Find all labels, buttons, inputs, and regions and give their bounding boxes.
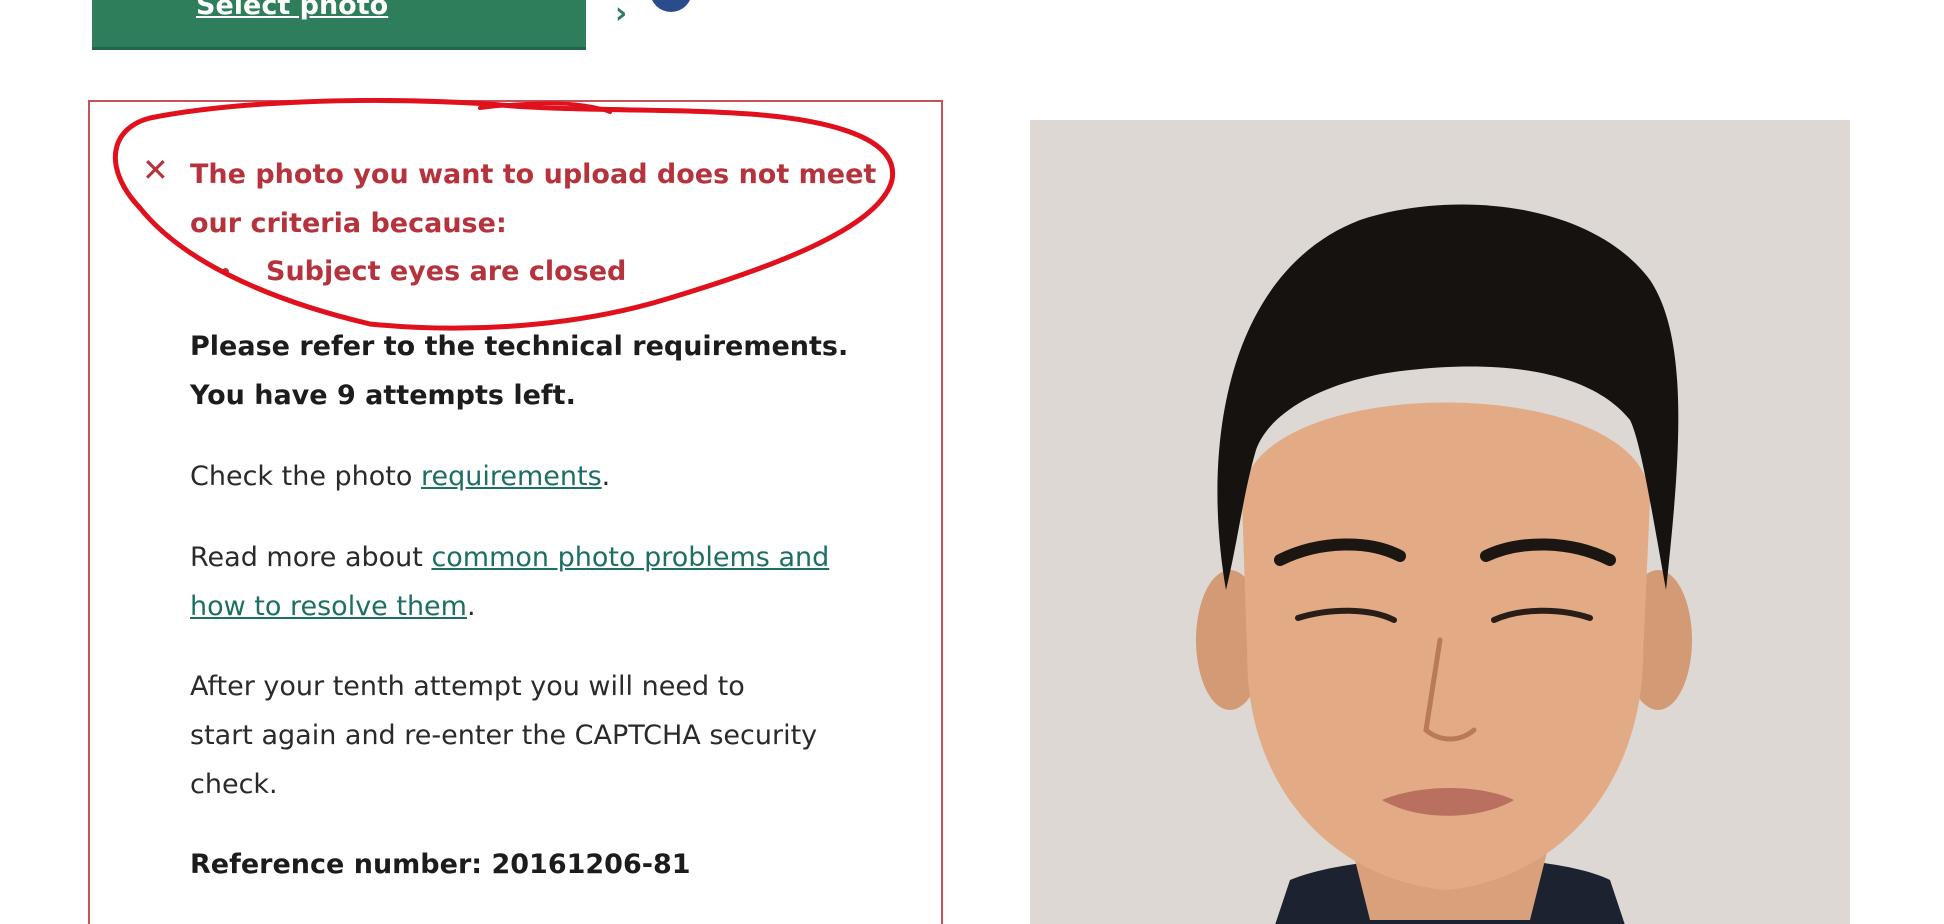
resolve-them-link[interactable]: how to resolve them (190, 591, 467, 622)
read-prefix: Read more about (190, 542, 432, 573)
requirements-link[interactable]: requirements (421, 461, 602, 492)
check-suffix: . (601, 461, 611, 492)
tenth-attempt-line3: check. (190, 769, 278, 800)
page: Select photo › ✕ The photo you want to u… (0, 0, 1944, 924)
reference-number: Reference number: 20161206-81 (190, 849, 691, 880)
read-more-line2: how to resolve them. (190, 582, 476, 631)
tenth-attempt-line2: start again and re-enter the CAPTCHA sec… (190, 720, 818, 751)
check-prefix: Check the photo (190, 461, 421, 492)
read-suffix: . (466, 591, 476, 622)
question-circle-icon[interactable] (650, 0, 692, 12)
select-photo-label: Select photo (196, 0, 389, 21)
select-photo-button[interactable]: Select photo › (92, 0, 642, 50)
read-more-line1: Read more about common photo problems an… (190, 533, 829, 582)
chevron-right-icon: › (600, 0, 642, 36)
uploaded-photo (1030, 120, 1850, 924)
common-problems-link[interactable]: common photo problems and (431, 542, 829, 573)
attempts-left-text: You have 9 attempts left. (190, 380, 576, 411)
red-circle-annotation (112, 98, 896, 331)
check-requirements-line: Check the photo requirements. (190, 452, 610, 501)
tenth-attempt-line1: After your tenth attempt you will need t… (190, 671, 745, 702)
